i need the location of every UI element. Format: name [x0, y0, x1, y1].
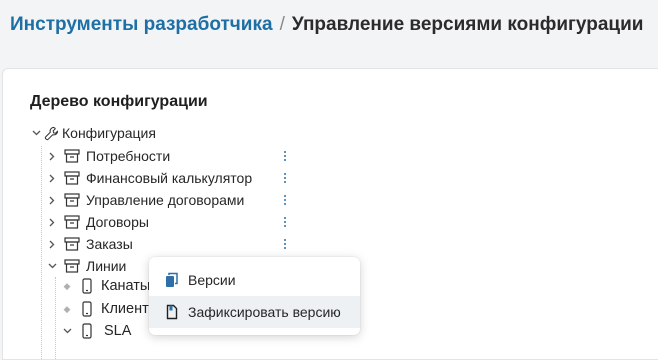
archive-box-icon — [61, 171, 83, 185]
tree-node-child[interactable]: ◆ Клиенты — [61, 298, 160, 320]
tree-bullet: ◆ — [63, 303, 71, 314]
copy-pages-icon — [164, 272, 180, 288]
tree-node-item[interactable]: Потребности — [46, 145, 170, 167]
panel-title: Дерево конфигурации — [30, 93, 208, 110]
chevron-right-icon[interactable] — [46, 240, 58, 249]
more-vertical-icon — [284, 243, 286, 245]
menu-item-commit-version[interactable]: Зафиксировать версию — [149, 296, 360, 328]
menu-item-label: Зафиксировать версию — [188, 304, 341, 320]
tree-bullet: ◆ — [63, 280, 71, 291]
more-vertical-icon — [284, 177, 286, 179]
node-menu-button[interactable] — [280, 167, 290, 189]
chevron-right-icon[interactable] — [46, 196, 58, 205]
tree-node-item[interactable]: Управление договорами — [46, 189, 244, 211]
mobile-device-icon — [76, 301, 98, 317]
menu-item-versions[interactable]: Версии — [149, 264, 360, 296]
mobile-device-icon — [76, 323, 98, 339]
pinned-document-icon — [164, 304, 180, 320]
tree-node-label: Конфигурация — [62, 125, 156, 141]
tree-node-label: SLA — [104, 323, 132, 339]
breadcrumb-separator: / — [279, 14, 285, 35]
tree-guide-line — [41, 146, 42, 359]
mobile-device-icon — [76, 278, 98, 294]
tree-node-item[interactable]: Заказы — [46, 233, 133, 255]
breadcrumb-link-dev-tools[interactable]: Инструменты разработчика — [10, 14, 273, 35]
chevron-right-icon[interactable] — [46, 174, 58, 183]
tree-node-root[interactable]: Конфигурация — [30, 122, 156, 144]
tree-node-child[interactable]: ◆ Канаты — [61, 275, 151, 297]
node-menu-button[interactable] — [280, 211, 290, 233]
archive-box-icon — [61, 193, 83, 207]
tree-node-child-expanded[interactable]: SLA — [61, 320, 131, 342]
chevron-right-icon[interactable] — [46, 152, 58, 161]
node-menu-button[interactable] — [280, 189, 290, 211]
tree-node-label: Потребности — [86, 148, 171, 164]
archive-box-icon — [61, 215, 83, 229]
archive-box-icon — [61, 149, 83, 163]
node-menu-button[interactable] — [280, 233, 290, 255]
node-menu-button[interactable] — [280, 145, 290, 167]
wrench-icon — [42, 126, 60, 141]
page-header: Инструменты разработчика / Управление верс… — [0, 0, 658, 56]
tree-guide-line — [55, 277, 56, 359]
more-vertical-icon — [284, 155, 286, 157]
menu-item-label: Версии — [188, 272, 236, 288]
chevron-down-icon[interactable] — [46, 263, 58, 269]
chevron-down-icon[interactable] — [30, 130, 42, 136]
tree-node-label: Договоры — [86, 214, 149, 230]
tree-node-item[interactable]: Финансовый калькулятор — [46, 167, 252, 189]
archive-box-icon — [61, 237, 83, 251]
node-context-menu: Версии Зафиксировать версию — [149, 257, 360, 335]
tree-node-label: Линии — [86, 258, 127, 274]
page-title: Управление версиями конфигурации — [291, 14, 644, 35]
chevron-right-icon[interactable] — [46, 218, 58, 227]
breadcrumb: Инструменты разработчика / Управление верс… — [10, 14, 643, 36]
chevron-down-icon[interactable] — [61, 328, 73, 334]
tree-node-item-expanded[interactable]: Линии — [46, 255, 126, 277]
tree-node-label: Управление договорами — [86, 192, 245, 208]
tree-node-label: Канаты — [101, 278, 151, 294]
tree-node-label: Заказы — [86, 236, 133, 252]
archive-box-icon — [61, 259, 83, 273]
tree-node-item[interactable]: Договоры — [46, 211, 149, 233]
more-vertical-icon — [284, 221, 286, 223]
more-vertical-icon — [284, 199, 286, 201]
tree-node-label: Финансовый калькулятор — [86, 170, 253, 186]
